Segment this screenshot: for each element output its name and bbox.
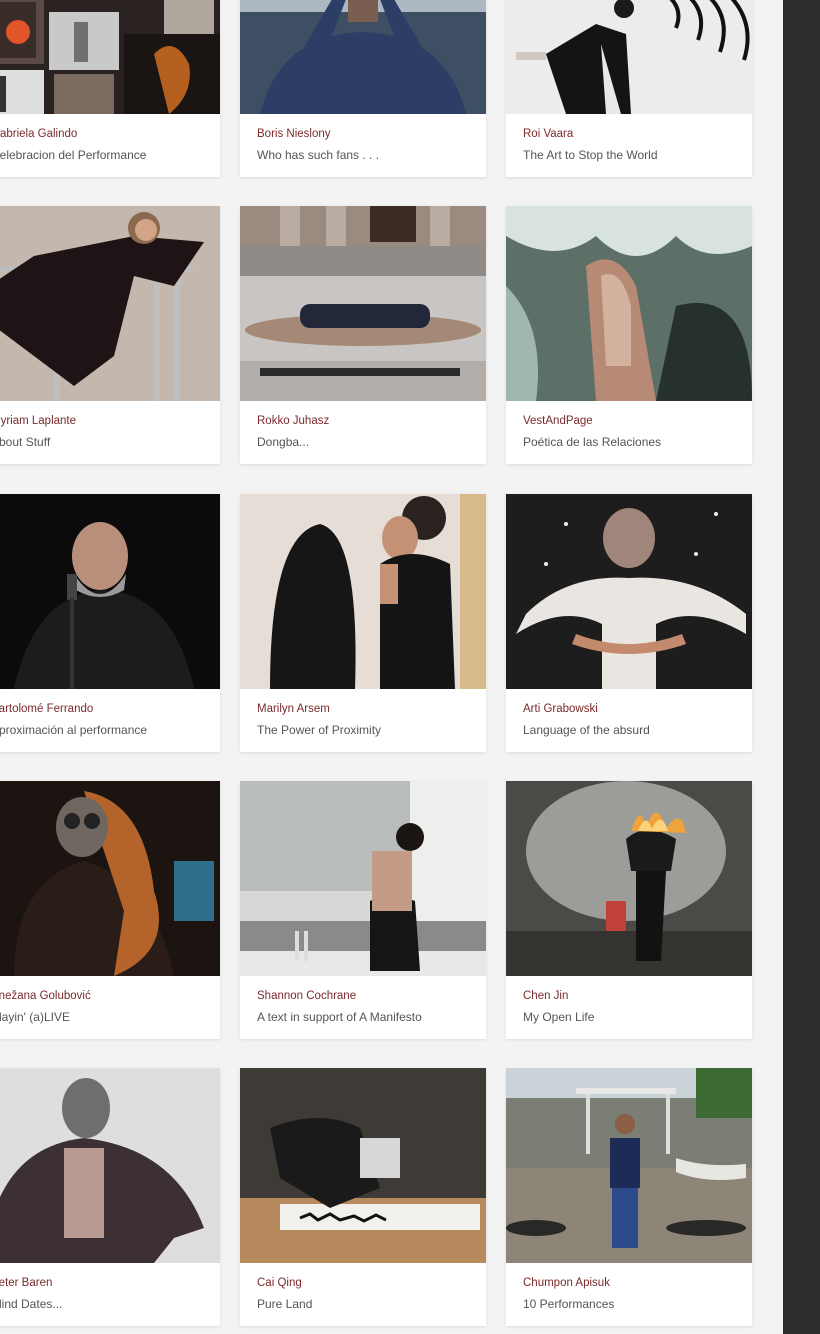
two-figures-image — [240, 494, 486, 689]
riverbank-figure-image — [506, 1068, 752, 1263]
artist-name[interactable]: Cai Qing — [257, 1277, 302, 1289]
work-title[interactable]: Poética de las Relaciones — [523, 435, 661, 449]
work-title[interactable]: Dongba... — [257, 435, 309, 449]
artist-name[interactable]: Arti Grabowski — [523, 703, 598, 715]
artist-name[interactable]: Myriam Laplante — [0, 415, 76, 427]
card-caption: Chen Jin My Open Life — [506, 976, 752, 1039]
work-title[interactable]: Blind Dates... — [0, 1297, 62, 1311]
card-thumbnail[interactable] — [240, 0, 486, 114]
card-caption: Arti Grabowski Language of the absurd — [506, 689, 752, 752]
gallery-card[interactable]: Arti Grabowski Language of the absurd — [506, 494, 752, 752]
work-title[interactable]: About Stuff — [0, 435, 50, 449]
work-title[interactable]: The Power of Proximity — [257, 723, 381, 737]
card-caption: Bartolomé Ferrando Aproximación al perfo… — [0, 689, 220, 752]
artist-name[interactable]: Chen Jin — [523, 990, 568, 1002]
gallery-card[interactable]: Boris Nieslony Who has such fans . . . — [240, 0, 486, 177]
card-thumbnail[interactable] — [0, 781, 220, 976]
artist-name[interactable]: Snežana Golubović — [0, 990, 91, 1002]
card-thumbnail[interactable] — [240, 494, 486, 689]
artist-name[interactable]: Peter Baren — [0, 1277, 52, 1289]
gallery-card[interactable]: Gabriela Galindo Celebracion del Perform… — [0, 0, 220, 177]
work-title[interactable]: 10 Performances — [523, 1297, 614, 1311]
work-title[interactable]: My Open Life — [523, 1010, 594, 1024]
card-thumbnail[interactable] — [0, 494, 220, 689]
card-thumbnail[interactable] — [506, 781, 752, 976]
card-thumbnail[interactable] — [240, 206, 486, 401]
artist-name[interactable]: Boris Nieslony — [257, 128, 331, 140]
card-thumbnail[interactable] — [0, 0, 220, 114]
gallery-card[interactable]: VestAndPage Poética de las Relaciones — [506, 206, 752, 464]
gallery-card[interactable]: Peter Baren Blind Dates... — [0, 1068, 220, 1326]
card-caption: Chumpon Apisuk 10 Performances — [506, 1263, 752, 1326]
work-title[interactable]: Who has such fans . . . — [257, 148, 379, 162]
gallery-card[interactable]: Roi Vaara The Art to Stop the World — [506, 0, 752, 177]
artist-name[interactable]: VestAndPage — [523, 415, 593, 427]
card-thumbnail[interactable] — [506, 494, 752, 689]
gallery-card[interactable]: Snežana Golubović Playin' (a)LIVE — [0, 781, 220, 1039]
ladder-figure-image — [0, 206, 220, 401]
artist-name[interactable]: Rokko Juhasz — [257, 415, 329, 427]
card-thumbnail[interactable] — [506, 0, 752, 114]
gallery-card[interactable]: Chumpon Apisuk 10 Performances — [506, 1068, 752, 1326]
plaza-figure-image — [240, 206, 486, 401]
card-caption: VestAndPage Poética de las Relaciones — [506, 401, 752, 464]
artist-name[interactable]: Roi Vaara — [523, 128, 573, 140]
work-title[interactable]: Pure Land — [257, 1297, 312, 1311]
gallery-card[interactable]: Cai Qing Pure Land — [240, 1068, 486, 1326]
card-thumbnail[interactable] — [0, 1068, 220, 1263]
work-title[interactable]: A text in support of A Manifesto — [257, 1010, 422, 1024]
feathers-figure-image — [506, 494, 752, 689]
fire-figure-image — [506, 781, 752, 976]
work-title[interactable]: Celebracion del Performance — [0, 148, 146, 162]
card-caption: Snežana Golubović Playin' (a)LIVE — [0, 976, 220, 1039]
microphone-figure-image — [0, 494, 220, 689]
card-caption: Gabriela Galindo Celebracion del Perform… — [0, 114, 220, 177]
card-caption: Cai Qing Pure Land — [240, 1263, 486, 1326]
card-caption: Shannon Cochrane A text in support of A … — [240, 976, 486, 1039]
card-caption: Peter Baren Blind Dates... — [0, 1263, 220, 1326]
card-caption: Rokko Juhasz Dongba... — [240, 401, 486, 464]
figure-wall-image — [506, 0, 752, 114]
card-thumbnail[interactable] — [240, 781, 486, 976]
work-title[interactable]: Language of the absurd — [523, 723, 650, 737]
sea-figure-image — [240, 0, 486, 114]
work-title[interactable]: Playin' (a)LIVE — [0, 1010, 70, 1024]
gallery-card[interactable]: Bartolomé Ferrando Aproximación al perfo… — [0, 494, 220, 752]
gallery-card[interactable]: Marilyn Arsem The Power of Proximity — [240, 494, 486, 752]
gallery-figure-image — [240, 781, 486, 976]
card-caption: Myriam Laplante About Stuff — [0, 401, 220, 464]
card-thumbnail[interactable] — [0, 206, 220, 401]
card-caption: Marilyn Arsem The Power of Proximity — [240, 689, 486, 752]
fog-figure-image — [0, 1068, 220, 1263]
ice-cave-image — [506, 206, 752, 401]
work-title[interactable]: The Art to Stop the World — [523, 148, 658, 162]
right-sidebar — [783, 0, 820, 1334]
artist-name[interactable]: Chumpon Apisuk — [523, 1277, 610, 1289]
gallery-card[interactable]: Rokko Juhasz Dongba... — [240, 206, 486, 464]
card-thumbnail[interactable] — [506, 1068, 752, 1263]
card-thumbnail[interactable] — [240, 1068, 486, 1263]
artist-name[interactable]: Bartolomé Ferrando — [0, 703, 93, 715]
work-title[interactable]: Aproximación al performance — [0, 723, 147, 737]
artist-name[interactable]: Marilyn Arsem — [257, 703, 330, 715]
gallery-card[interactable]: Shannon Cochrane A text in support of A … — [240, 781, 486, 1039]
card-thumbnail[interactable] — [506, 206, 752, 401]
artist-name[interactable]: Shannon Cochrane — [257, 990, 356, 1002]
gallery-card[interactable]: Chen Jin My Open Life — [506, 781, 752, 1039]
card-caption: Boris Nieslony Who has such fans . . . — [240, 114, 486, 177]
masked-figure-image — [0, 781, 220, 976]
ink-scroll-image — [240, 1068, 486, 1263]
artist-name[interactable]: Gabriela Galindo — [0, 128, 77, 140]
gallery-card[interactable]: Myriam Laplante About Stuff — [0, 206, 220, 464]
card-caption: Roi Vaara The Art to Stop the World — [506, 114, 752, 177]
collage-image — [0, 0, 220, 114]
